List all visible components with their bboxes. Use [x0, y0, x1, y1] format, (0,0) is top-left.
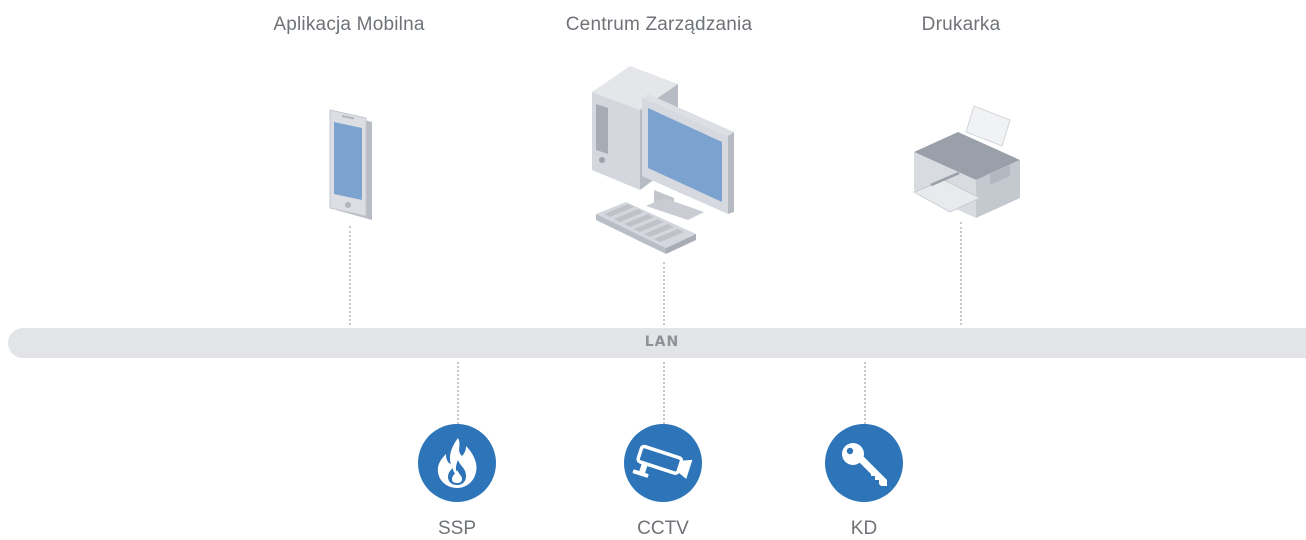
fire-icon	[418, 424, 496, 502]
key-icon	[825, 424, 903, 502]
printer-icon	[910, 104, 1024, 227]
lan-label: LAN	[644, 334, 680, 350]
node-label-cctv: CCTV	[637, 518, 689, 539]
node-label-ssp: SSP	[437, 518, 477, 539]
smartphone-icon	[326, 108, 378, 229]
cctv-camera-icon	[624, 424, 702, 502]
node-label-printer: Drukarka	[921, 14, 1001, 35]
node-label-kd: KD	[850, 518, 878, 539]
connector-line	[864, 362, 866, 424]
connector-line	[663, 362, 665, 424]
connector-line	[960, 222, 962, 325]
connector-line	[457, 362, 459, 424]
connector-line	[663, 262, 665, 325]
node-label-mobile-app: Aplikacja Mobilna	[273, 14, 425, 35]
node-label-management-center: Centrum Zarządzania	[565, 14, 753, 35]
connector-line	[349, 226, 351, 325]
desktop-computer-icon	[588, 62, 736, 267]
